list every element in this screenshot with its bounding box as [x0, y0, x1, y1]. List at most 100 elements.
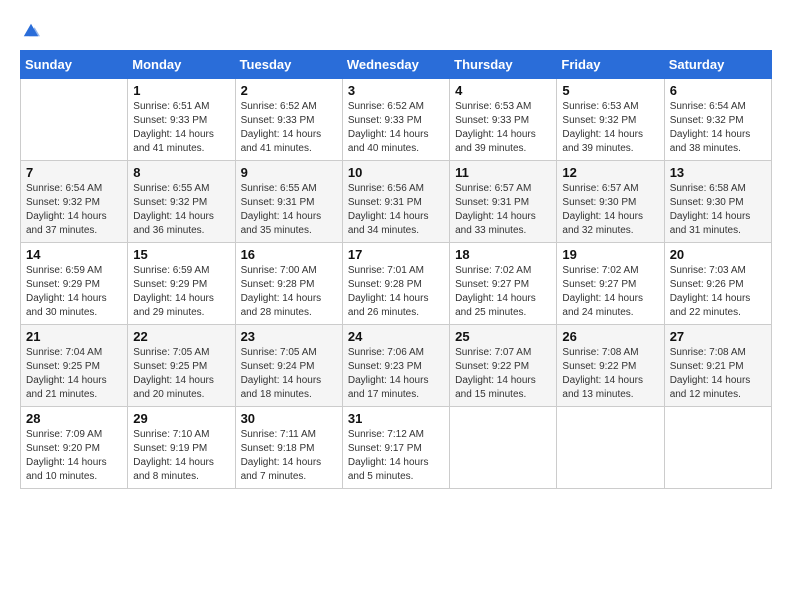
- cell-info: Sunrise: 7:08 AM Sunset: 9:21 PM Dayligh…: [670, 346, 766, 402]
- daylight-text: Daylight: 14 hours and 20 minutes.: [133, 374, 229, 402]
- sunrise-text: Sunrise: 6:59 AM: [26, 264, 122, 278]
- calendar-cell: 22 Sunrise: 7:05 AM Sunset: 9:25 PM Dayl…: [128, 325, 235, 407]
- cell-info: Sunrise: 7:09 AM Sunset: 9:20 PM Dayligh…: [26, 428, 122, 484]
- calendar-cell: 4 Sunrise: 6:53 AM Sunset: 9:33 PM Dayli…: [450, 79, 557, 161]
- daylight-text: Daylight: 14 hours and 15 minutes.: [455, 374, 551, 402]
- calendar-cell: 15 Sunrise: 6:59 AM Sunset: 9:29 PM Dayl…: [128, 243, 235, 325]
- sunset-text: Sunset: 9:23 PM: [348, 360, 444, 374]
- cell-info: Sunrise: 6:53 AM Sunset: 9:32 PM Dayligh…: [562, 100, 658, 156]
- sunrise-text: Sunrise: 6:52 AM: [241, 100, 337, 114]
- sunrise-text: Sunrise: 6:55 AM: [241, 182, 337, 196]
- calendar-cell: 24 Sunrise: 7:06 AM Sunset: 9:23 PM Dayl…: [342, 325, 449, 407]
- calendar-cell: 27 Sunrise: 7:08 AM Sunset: 9:21 PM Dayl…: [664, 325, 771, 407]
- cell-info: Sunrise: 7:07 AM Sunset: 9:22 PM Dayligh…: [455, 346, 551, 402]
- day-number: 7: [26, 165, 122, 180]
- day-number: 26: [562, 329, 658, 344]
- day-number: 24: [348, 329, 444, 344]
- sunrise-text: Sunrise: 6:55 AM: [133, 182, 229, 196]
- daylight-text: Daylight: 14 hours and 8 minutes.: [133, 456, 229, 484]
- sunset-text: Sunset: 9:32 PM: [133, 196, 229, 210]
- cell-info: Sunrise: 6:51 AM Sunset: 9:33 PM Dayligh…: [133, 100, 229, 156]
- cell-info: Sunrise: 7:06 AM Sunset: 9:23 PM Dayligh…: [348, 346, 444, 402]
- day-header-monday: Monday: [128, 51, 235, 79]
- day-number: 13: [670, 165, 766, 180]
- calendar-cell: 20 Sunrise: 7:03 AM Sunset: 9:26 PM Dayl…: [664, 243, 771, 325]
- calendar-cell: 8 Sunrise: 6:55 AM Sunset: 9:32 PM Dayli…: [128, 161, 235, 243]
- day-header-tuesday: Tuesday: [235, 51, 342, 79]
- daylight-text: Daylight: 14 hours and 41 minutes.: [241, 128, 337, 156]
- calendar-cell: 6 Sunrise: 6:54 AM Sunset: 9:32 PM Dayli…: [664, 79, 771, 161]
- sunrise-text: Sunrise: 6:53 AM: [562, 100, 658, 114]
- sunset-text: Sunset: 9:29 PM: [26, 278, 122, 292]
- sunrise-text: Sunrise: 6:54 AM: [26, 182, 122, 196]
- daylight-text: Daylight: 14 hours and 32 minutes.: [562, 210, 658, 238]
- cell-info: Sunrise: 7:05 AM Sunset: 9:25 PM Dayligh…: [133, 346, 229, 402]
- sunrise-text: Sunrise: 6:54 AM: [670, 100, 766, 114]
- day-number: 30: [241, 411, 337, 426]
- cell-info: Sunrise: 6:52 AM Sunset: 9:33 PM Dayligh…: [241, 100, 337, 156]
- cell-info: Sunrise: 7:12 AM Sunset: 9:17 PM Dayligh…: [348, 428, 444, 484]
- calendar-cell: 31 Sunrise: 7:12 AM Sunset: 9:17 PM Dayl…: [342, 407, 449, 489]
- calendar-cell: 29 Sunrise: 7:10 AM Sunset: 9:19 PM Dayl…: [128, 407, 235, 489]
- calendar-week-row: 1 Sunrise: 6:51 AM Sunset: 9:33 PM Dayli…: [21, 79, 772, 161]
- sunset-text: Sunset: 9:20 PM: [26, 442, 122, 456]
- day-header-sunday: Sunday: [21, 51, 128, 79]
- cell-info: Sunrise: 7:04 AM Sunset: 9:25 PM Dayligh…: [26, 346, 122, 402]
- sunrise-text: Sunrise: 7:01 AM: [348, 264, 444, 278]
- calendar-week-row: 28 Sunrise: 7:09 AM Sunset: 9:20 PM Dayl…: [21, 407, 772, 489]
- day-number: 3: [348, 83, 444, 98]
- daylight-text: Daylight: 14 hours and 29 minutes.: [133, 292, 229, 320]
- calendar-week-row: 21 Sunrise: 7:04 AM Sunset: 9:25 PM Dayl…: [21, 325, 772, 407]
- day-header-saturday: Saturday: [664, 51, 771, 79]
- sunset-text: Sunset: 9:33 PM: [455, 114, 551, 128]
- cell-info: Sunrise: 6:59 AM Sunset: 9:29 PM Dayligh…: [26, 264, 122, 320]
- cell-info: Sunrise: 7:05 AM Sunset: 9:24 PM Dayligh…: [241, 346, 337, 402]
- cell-info: Sunrise: 7:02 AM Sunset: 9:27 PM Dayligh…: [455, 264, 551, 320]
- daylight-text: Daylight: 14 hours and 35 minutes.: [241, 210, 337, 238]
- calendar-cell: 5 Sunrise: 6:53 AM Sunset: 9:32 PM Dayli…: [557, 79, 664, 161]
- sunset-text: Sunset: 9:27 PM: [562, 278, 658, 292]
- cell-info: Sunrise: 6:58 AM Sunset: 9:30 PM Dayligh…: [670, 182, 766, 238]
- day-number: 12: [562, 165, 658, 180]
- calendar-cell: 2 Sunrise: 6:52 AM Sunset: 9:33 PM Dayli…: [235, 79, 342, 161]
- sunrise-text: Sunrise: 7:09 AM: [26, 428, 122, 442]
- sunrise-text: Sunrise: 7:10 AM: [133, 428, 229, 442]
- daylight-text: Daylight: 14 hours and 7 minutes.: [241, 456, 337, 484]
- day-number: 19: [562, 247, 658, 262]
- sunrise-text: Sunrise: 7:08 AM: [562, 346, 658, 360]
- sunset-text: Sunset: 9:32 PM: [562, 114, 658, 128]
- sunrise-text: Sunrise: 7:00 AM: [241, 264, 337, 278]
- calendar-cell: 21 Sunrise: 7:04 AM Sunset: 9:25 PM Dayl…: [21, 325, 128, 407]
- daylight-text: Daylight: 14 hours and 22 minutes.: [670, 292, 766, 320]
- daylight-text: Daylight: 14 hours and 38 minutes.: [670, 128, 766, 156]
- daylight-text: Daylight: 14 hours and 26 minutes.: [348, 292, 444, 320]
- daylight-text: Daylight: 14 hours and 30 minutes.: [26, 292, 122, 320]
- cell-info: Sunrise: 6:59 AM Sunset: 9:29 PM Dayligh…: [133, 264, 229, 320]
- day-number: 27: [670, 329, 766, 344]
- page-header: [20, 20, 772, 40]
- sunrise-text: Sunrise: 6:53 AM: [455, 100, 551, 114]
- daylight-text: Daylight: 14 hours and 33 minutes.: [455, 210, 551, 238]
- daylight-text: Daylight: 14 hours and 21 minutes.: [26, 374, 122, 402]
- day-number: 10: [348, 165, 444, 180]
- sunset-text: Sunset: 9:21 PM: [670, 360, 766, 374]
- sunset-text: Sunset: 9:25 PM: [133, 360, 229, 374]
- cell-info: Sunrise: 6:54 AM Sunset: 9:32 PM Dayligh…: [26, 182, 122, 238]
- day-number: 17: [348, 247, 444, 262]
- daylight-text: Daylight: 14 hours and 28 minutes.: [241, 292, 337, 320]
- cell-info: Sunrise: 6:57 AM Sunset: 9:30 PM Dayligh…: [562, 182, 658, 238]
- cell-info: Sunrise: 6:53 AM Sunset: 9:33 PM Dayligh…: [455, 100, 551, 156]
- sunrise-text: Sunrise: 6:59 AM: [133, 264, 229, 278]
- daylight-text: Daylight: 14 hours and 37 minutes.: [26, 210, 122, 238]
- cell-info: Sunrise: 7:02 AM Sunset: 9:27 PM Dayligh…: [562, 264, 658, 320]
- sunrise-text: Sunrise: 6:56 AM: [348, 182, 444, 196]
- daylight-text: Daylight: 14 hours and 40 minutes.: [348, 128, 444, 156]
- sunset-text: Sunset: 9:22 PM: [562, 360, 658, 374]
- sunrise-text: Sunrise: 6:57 AM: [455, 182, 551, 196]
- sunset-text: Sunset: 9:25 PM: [26, 360, 122, 374]
- calendar-cell: 14 Sunrise: 6:59 AM Sunset: 9:29 PM Dayl…: [21, 243, 128, 325]
- day-number: 6: [670, 83, 766, 98]
- daylight-text: Daylight: 14 hours and 41 minutes.: [133, 128, 229, 156]
- sunrise-text: Sunrise: 6:52 AM: [348, 100, 444, 114]
- cell-info: Sunrise: 6:56 AM Sunset: 9:31 PM Dayligh…: [348, 182, 444, 238]
